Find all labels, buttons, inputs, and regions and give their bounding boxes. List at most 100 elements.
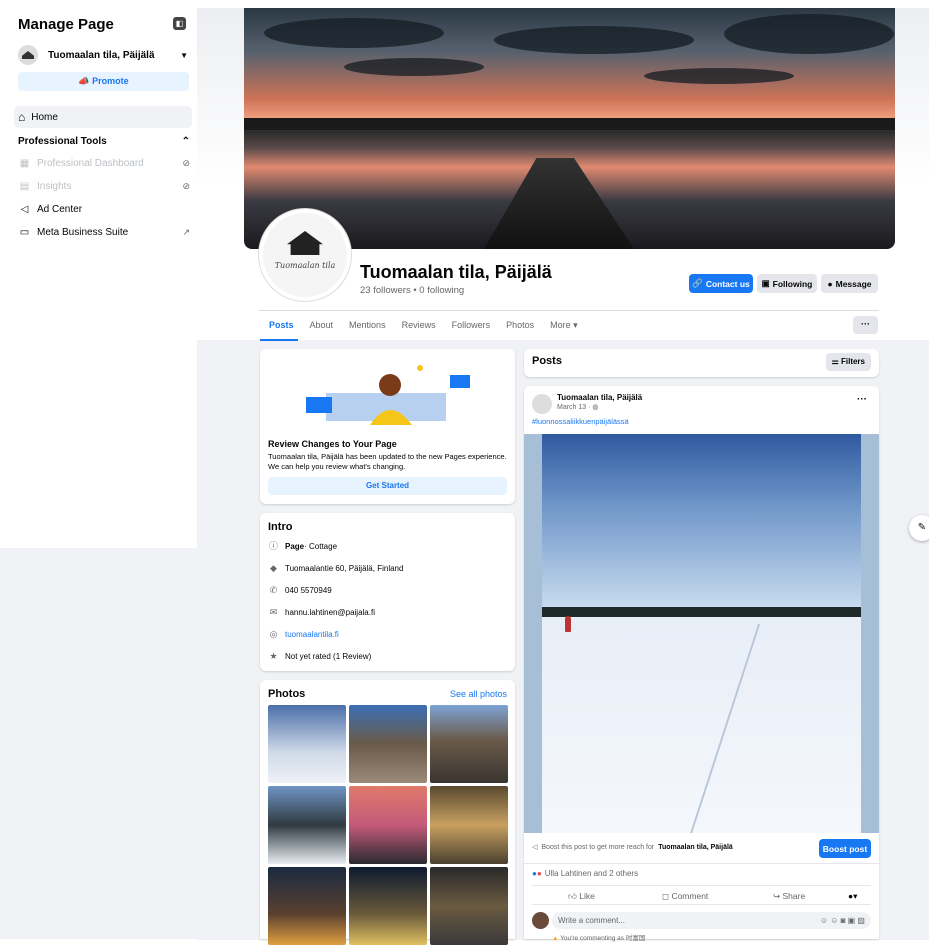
photo-thumbnail[interactable] <box>268 867 346 945</box>
see-all-photos-link[interactable]: See all photos <box>450 689 507 699</box>
post-as-selector[interactable]: ●▾ <box>848 891 857 902</box>
boost-prompt: ◁ Boost this post to get more reach for … <box>532 843 733 852</box>
home-icon: ⌂ <box>18 110 26 124</box>
filters-label: Filters <box>840 357 865 366</box>
post-author[interactable]: Tuomaalan tila, Päijälä <box>557 393 642 402</box>
photos-title: Photos <box>268 688 306 700</box>
tab-more[interactable]: More ▾ <box>550 320 578 331</box>
filters-button[interactable]: ⚌ Filters <box>825 353 871 371</box>
tab-followers[interactable]: Followers <box>452 320 491 331</box>
reactions-text: Ulla Lahtinen and 2 others <box>544 869 639 878</box>
commenting-as-note: ▲ You're commenting as 时富国 <box>552 932 645 942</box>
sidebar-item-label: Home <box>31 111 58 123</box>
photo-thumbnail[interactable] <box>349 867 427 945</box>
post-date[interactable]: March 13 · ◍ <box>557 403 599 411</box>
get-started-button[interactable]: Get Started <box>268 477 507 495</box>
sidebar-item-home[interactable]: ⌂ Home <box>14 106 192 128</box>
tab-reviews[interactable]: Reviews <box>402 320 436 331</box>
photo-thumbnail[interactable] <box>349 786 427 864</box>
photo-thumbnail[interactable] <box>268 786 346 864</box>
following-button[interactable]: ▣ Following <box>757 274 817 293</box>
megaphone-icon: ◁ <box>20 204 29 215</box>
photo-thumbnail[interactable] <box>349 705 427 783</box>
photos-card: Photos See all photos <box>260 680 515 945</box>
cover-photo[interactable] <box>244 8 895 249</box>
account-avatar-icon: ● <box>848 891 854 901</box>
commenter-avatar <box>532 912 549 929</box>
intro-card: Intro ⓘ Page · Cottage ◆ Tuomaalantie 60… <box>260 513 515 671</box>
intro-website[interactable]: ◎ tuomaalantila.fi <box>268 629 339 640</box>
house-logo-icon <box>287 231 323 255</box>
boost-page-name: Tuomaalan tila, Päijälä <box>658 843 733 851</box>
photos-grid <box>268 705 508 945</box>
photo-thumbnail[interactable] <box>430 867 508 945</box>
review-text: Tuomaalan tila, Päijälä has been updated… <box>268 452 507 471</box>
divider <box>259 310 879 311</box>
comment-input[interactable]: Write a comment... ☺ ☺ ◙ ▣ ▨ <box>552 912 871 929</box>
promote-label: Promote <box>92 76 129 86</box>
intro-address[interactable]: ◆ Tuomaalantie 60, Päijälä, Finland <box>268 563 403 574</box>
post-card: Tuomaalan tila, Päijälä March 13 · ◍ ···… <box>524 386 879 942</box>
collapse-sidebar-icon[interactable]: ◧ <box>173 17 186 30</box>
divider <box>532 904 871 905</box>
follower-stats: 23 followers • 0 following <box>360 285 465 296</box>
cover-fade-right <box>895 8 929 188</box>
rating-text: Not yet rated (1 Review) <box>285 652 372 661</box>
tab-mentions[interactable]: Mentions <box>349 320 386 331</box>
info-icon: ⓘ <box>268 541 278 551</box>
share-button[interactable]: ↪ Share <box>773 891 805 902</box>
intro-rating[interactable]: ★ Not yet rated (1 Review) <box>268 651 371 662</box>
photo-thumbnail[interactable] <box>430 705 508 783</box>
sidebar-item-insights[interactable]: ▤ Insights ⊘ <box>18 181 190 192</box>
contact-us-button[interactable]: 🔗 Contact us <box>689 274 753 293</box>
button-label: Message <box>835 278 872 289</box>
button-label: Following <box>772 278 813 289</box>
website-link[interactable]: tuomaalantila.fi <box>285 630 339 639</box>
comment-placeholder: Write a comment... <box>558 916 625 925</box>
posts-title: Posts <box>532 355 562 367</box>
dashboard-icon: ▦ <box>19 158 30 169</box>
share-label: Share <box>782 891 806 901</box>
post-options-icon[interactable]: ··· <box>857 394 867 405</box>
post-hashtag[interactable]: #luonnossaliikkuenpäijälässä <box>532 417 629 426</box>
professional-tools-toggle[interactable]: Professional Tools ⌃ <box>18 136 190 147</box>
thumbs-up-icon: 👍︎ <box>568 891 577 901</box>
tab-about[interactable]: About <box>310 320 334 331</box>
comment-label: Comment <box>671 891 709 901</box>
comment-button[interactable]: ◻ Comment <box>662 891 708 902</box>
message-button[interactable]: ● Message <box>821 274 878 293</box>
intro-page-label: Page <box>285 542 305 551</box>
globe-icon: ◎ <box>269 629 278 639</box>
illustration-icon <box>306 365 470 425</box>
intro-category: ⓘ Page · Cottage <box>268 541 337 552</box>
like-button[interactable]: 👍︎ Like <box>568 891 595 902</box>
tab-photos[interactable]: Photos <box>506 320 534 331</box>
reactions-summary[interactable]: ● ● Ulla Lahtinen and 2 others <box>532 869 638 878</box>
page-tabs: Posts About Mentions Reviews Followers P… <box>269 320 594 331</box>
section-label: Professional Tools <box>18 136 107 147</box>
post-photo[interactable] <box>524 434 879 833</box>
intro-phone[interactable]: ✆ 040 5570949 <box>268 585 332 596</box>
address-text: Tuomaalantie 60, Päijälä, Finland <box>285 564 404 573</box>
page-switcher[interactable]: Tuomaalan tila, Päijälä ▼ <box>18 42 188 68</box>
sidebar-item-ad-center[interactable]: ◁ Ad Center <box>18 204 190 215</box>
post-author-avatar[interactable] <box>532 394 552 414</box>
share-icon: ↪ <box>773 891 781 901</box>
insights-icon: ▤ <box>19 181 30 192</box>
more-options-button[interactable]: ··· <box>853 316 878 334</box>
photo-thumbnail[interactable] <box>430 786 508 864</box>
intro-email[interactable]: ✉ hannu.lahtinen@paijala.fi <box>268 607 375 618</box>
photo-thumbnail[interactable] <box>268 705 346 783</box>
star-icon: ★ <box>269 651 278 661</box>
tab-posts[interactable]: Posts <box>269 320 294 331</box>
sidebar-item-meta-business-suite[interactable]: ▭ Meta Business Suite ↗ <box>18 227 190 238</box>
boost-post-button[interactable]: Boost post <box>819 839 871 858</box>
profile-picture[interactable]: Tuomaalan tila <box>259 209 351 301</box>
link-icon: 🔗 <box>692 278 703 288</box>
external-link-icon: ↗ <box>182 227 190 237</box>
compose-edit-icon[interactable]: ✎ <box>909 515 929 541</box>
sidebar-item-professional-dashboard[interactable]: ▦ Professional Dashboard ⊘ <box>18 158 190 169</box>
comment-tools-icon[interactable]: ☺ ☺ ◙ ▣ ▨ <box>820 912 865 929</box>
promote-button[interactable]: 📣 Promote <box>18 72 189 91</box>
sidebar-item-label: Ad Center <box>37 204 83 215</box>
